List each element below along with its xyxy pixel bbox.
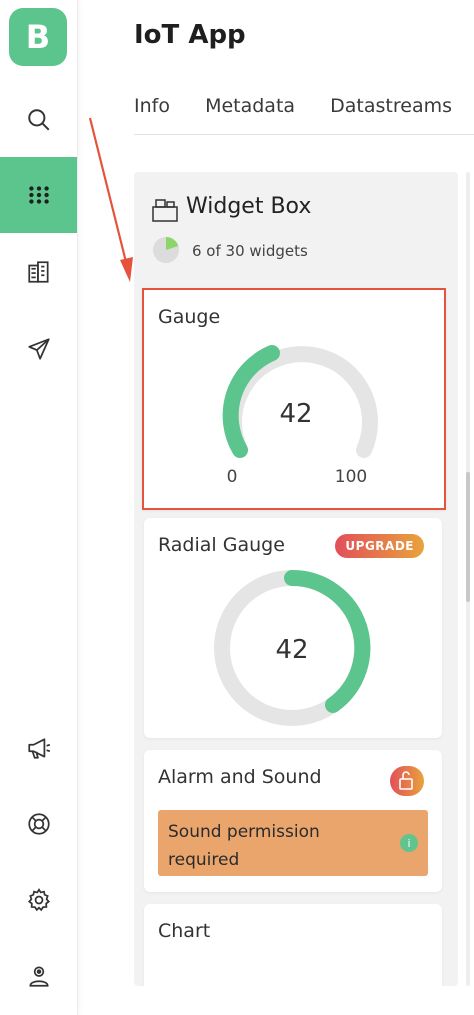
widget-box-header: Widget Box 6 of 30 widgets: [134, 172, 458, 272]
gauge-value: 42: [279, 399, 312, 429]
info-icon[interactable]: i: [400, 834, 418, 852]
radial-gauge-value: 42: [275, 635, 308, 665]
lock-icon: [399, 771, 413, 790]
sidebar-item-widgets[interactable]: [0, 157, 77, 233]
sound-permission-notice: Sound permission required i: [158, 810, 428, 876]
radial-gauge-graphic: 42: [214, 569, 371, 726]
widget-radial-gauge[interactable]: Radial Gauge UPGRADE 42: [144, 518, 442, 738]
user-icon: [28, 966, 49, 987]
page-title: IoT App: [134, 20, 246, 50]
grid-icon: [28, 186, 49, 204]
scrollbar-thumb[interactable]: [466, 472, 470, 602]
gauge-min: 0: [227, 467, 238, 487]
tab-datastreams[interactable]: Datastreams: [330, 92, 452, 120]
logo-letter: B: [25, 18, 51, 56]
widget-box-panel: Widget Box 6 of 30 widgets Gauge 42 0 10…: [134, 172, 458, 986]
widget-alarm-sound[interactable]: Alarm and Sound Sound permission require…: [144, 750, 442, 892]
app-logo[interactable]: B: [9, 8, 67, 66]
gear-icon: [27, 888, 50, 912]
widget-box-icon: [152, 199, 178, 222]
tab-info[interactable]: Info: [134, 92, 170, 120]
lifebuoy-icon: [27, 813, 50, 835]
widget-title: Chart: [158, 920, 211, 942]
sidebar-item-profile[interactable]: [0, 938, 77, 1014]
widget-title: Alarm and Sound: [158, 766, 322, 788]
widget-box-scrollbar[interactable]: [466, 172, 470, 986]
widget-usage-pie: [153, 237, 179, 263]
search-icon: [27, 109, 49, 131]
sound-permission-text: Sound permission required: [168, 822, 320, 870]
sidebar-item-announcements[interactable]: [0, 710, 77, 786]
widget-chart[interactable]: Chart: [144, 904, 442, 986]
upgrade-badge[interactable]: [390, 766, 424, 796]
widget-gauge[interactable]: Gauge 42 0 100: [142, 288, 446, 510]
sidebar: B: [0, 0, 78, 1015]
send-icon: [27, 338, 50, 360]
megaphone-icon: [27, 738, 50, 759]
sidebar-item-search[interactable]: [0, 82, 77, 158]
widget-box-title: Widget Box: [186, 194, 312, 219]
widget-count: 6 of 30 widgets: [192, 242, 308, 260]
sidebar-item-messages[interactable]: [0, 311, 77, 387]
building-icon: [27, 261, 49, 283]
sidebar-item-help[interactable]: [0, 786, 77, 862]
sidebar-item-organizations[interactable]: [0, 234, 77, 310]
tab-bar: Info Metadata Datastreams: [134, 92, 474, 135]
main-content: IoT App Info Metadata Datastreams Widget…: [78, 0, 474, 1015]
tab-metadata[interactable]: Metadata: [205, 92, 295, 120]
sidebar-item-settings[interactable]: [0, 862, 77, 938]
gauge-max: 100: [335, 467, 367, 487]
gauge-graphic: 42 0 100: [222, 345, 378, 487]
